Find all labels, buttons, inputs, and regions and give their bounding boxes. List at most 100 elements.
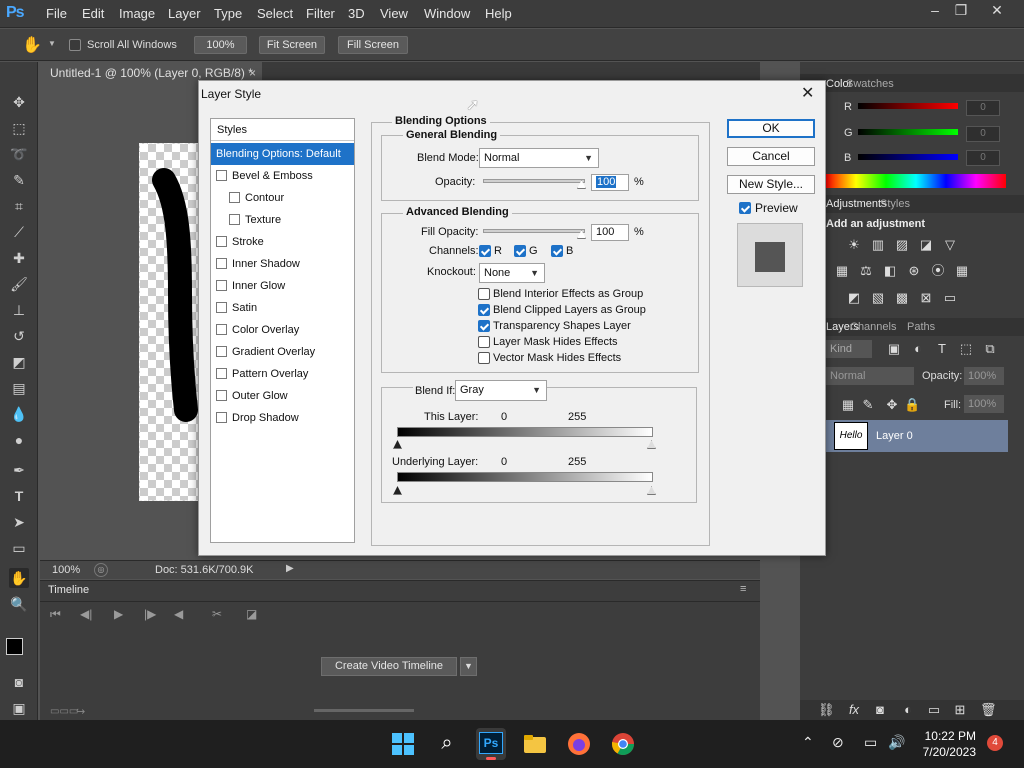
photoshop-taskbar-button[interactable]: Ps bbox=[476, 728, 506, 760]
style-item-stroke[interactable]: Stroke bbox=[211, 231, 354, 253]
zoom-tool-icon[interactable]: 🔍 bbox=[9, 594, 29, 614]
foreground-color-swatch[interactable] bbox=[6, 638, 23, 655]
dodge-tool-icon[interactable]: ● bbox=[9, 430, 29, 450]
style-checkbox[interactable] bbox=[216, 170, 227, 181]
r-slider[interactable] bbox=[858, 103, 958, 109]
style-item-color-overlay[interactable]: Color Overlay bbox=[211, 319, 354, 341]
crop-tool-icon[interactable]: ⌗ bbox=[9, 196, 29, 216]
lock-image-icon[interactable]: ✎ bbox=[860, 398, 876, 412]
style-item-contour[interactable]: Contour bbox=[211, 187, 354, 209]
layer-effects-icon[interactable]: fx bbox=[846, 703, 862, 717]
g-slider[interactable] bbox=[858, 129, 958, 135]
dialog-close-icon[interactable]: ✕ bbox=[801, 83, 814, 103]
create-video-dropdown-icon[interactable]: ▼ bbox=[460, 657, 477, 676]
style-checkbox[interactable] bbox=[216, 412, 227, 423]
menu-3d[interactable]: 3D bbox=[348, 6, 365, 21]
healing-brush-tool-icon[interactable]: ✚ bbox=[9, 248, 29, 268]
move-tool-icon[interactable]: ✥ bbox=[9, 92, 29, 112]
opacity-slider[interactable] bbox=[483, 179, 585, 183]
opacity-field[interactable]: 100 bbox=[591, 174, 629, 191]
gradient-tool-icon[interactable]: ▤ bbox=[9, 378, 29, 398]
lock-position-icon[interactable]: ✥ bbox=[884, 398, 900, 412]
style-checkbox[interactable] bbox=[216, 302, 227, 313]
audio-icon[interactable]: ◀ bbox=[174, 607, 183, 621]
zoom-100-button[interactable]: 100% bbox=[194, 36, 247, 54]
filter-type-icon[interactable]: T bbox=[934, 342, 950, 356]
b-slider[interactable] bbox=[858, 154, 958, 160]
new-group-icon[interactable]: ▭ bbox=[926, 703, 942, 717]
clone-stamp-tool-icon[interactable]: ⊥ bbox=[9, 300, 29, 320]
show-hidden-icons-icon[interactable]: ⌃ bbox=[802, 734, 814, 751]
menu-select[interactable]: Select bbox=[257, 6, 293, 21]
blend-mode-select[interactable]: Normal ▼ bbox=[479, 148, 599, 168]
quick-mask-icon[interactable]: ◙ bbox=[9, 672, 29, 692]
r-value-field[interactable]: 0 bbox=[966, 100, 1000, 116]
link-layers-icon[interactable]: ⛓ bbox=[818, 703, 835, 717]
lock-transparent-icon[interactable]: ▦ bbox=[840, 398, 856, 412]
photo-filter-icon[interactable]: ⊛ bbox=[906, 264, 922, 278]
style-checkbox[interactable] bbox=[229, 192, 240, 203]
style-item-texture[interactable]: Texture bbox=[211, 209, 354, 231]
style-checkbox[interactable] bbox=[216, 280, 227, 291]
curves-icon[interactable]: ▨ bbox=[894, 238, 910, 252]
transition-icon[interactable]: ◪ bbox=[246, 607, 257, 621]
restore-button[interactable]: ❐ bbox=[944, 0, 978, 22]
style-item-drop-shadow[interactable]: Drop Shadow bbox=[211, 407, 354, 429]
ok-button[interactable]: OK bbox=[727, 119, 815, 138]
timeline-convert-icon[interactable]: ↪ bbox=[76, 705, 85, 718]
path-selection-tool-icon[interactable]: ➤ bbox=[9, 512, 29, 532]
scroll-all-windows-checkbox[interactable] bbox=[69, 39, 81, 51]
fill-screen-button[interactable]: Fill Screen bbox=[338, 36, 408, 54]
status-menu-arrow-icon[interactable]: ▶ bbox=[286, 563, 294, 574]
zoom-reset-icon[interactable]: ◎ bbox=[94, 563, 108, 577]
style-checkbox[interactable] bbox=[216, 346, 227, 357]
selective-color-icon[interactable]: ▭ bbox=[942, 291, 958, 305]
fill-opacity-field[interactable]: 100 bbox=[591, 224, 629, 241]
brightness-icon[interactable]: ☀ bbox=[846, 238, 862, 252]
filter-adjustment-icon[interactable]: ◐ bbox=[910, 342, 926, 356]
style-checkbox[interactable] bbox=[216, 324, 227, 335]
menu-file[interactable]: File bbox=[46, 6, 67, 21]
chrome-icon[interactable] bbox=[611, 732, 635, 756]
brush-tool-icon[interactable]: 🖌 bbox=[9, 274, 29, 294]
posterize-icon[interactable]: ▧ bbox=[870, 291, 886, 305]
menu-layer[interactable]: Layer bbox=[168, 6, 201, 21]
marquee-tool-icon[interactable]: ⬚ bbox=[9, 118, 29, 138]
color-spectrum-bar[interactable] bbox=[826, 174, 1006, 188]
delete-layer-icon[interactable]: 🗑 bbox=[980, 703, 997, 717]
first-frame-icon[interactable]: ⏮ bbox=[50, 607, 61, 622]
screen-mode-icon[interactable]: ▣ bbox=[9, 698, 29, 718]
timeline-zoom-slider[interactable] bbox=[314, 709, 414, 712]
tab-styles[interactable]: Styles bbox=[880, 198, 910, 210]
knockout-select[interactable]: None ▼ bbox=[479, 263, 545, 283]
channel-g-checkbox[interactable] bbox=[514, 245, 526, 257]
menu-view[interactable]: View bbox=[380, 6, 408, 21]
display-icon[interactable]: ▭ bbox=[864, 734, 877, 751]
notification-badge[interactable]: 4 bbox=[987, 735, 1003, 751]
eraser-tool-icon[interactable]: ◩ bbox=[9, 352, 29, 372]
new-adjustment-icon[interactable]: ◐ bbox=[900, 703, 916, 717]
rectangle-tool-icon[interactable]: ▭ bbox=[9, 538, 29, 558]
style-item-gradient-overlay[interactable]: Gradient Overlay bbox=[211, 341, 354, 363]
layer-mask-hides-checkbox[interactable] bbox=[478, 336, 490, 348]
style-checkbox[interactable] bbox=[229, 214, 240, 225]
search-icon[interactable]: ⌕ bbox=[435, 732, 459, 756]
layer-filter-kind-select[interactable]: Kind bbox=[826, 340, 872, 358]
menu-image[interactable]: Image bbox=[119, 6, 155, 21]
preview-checkbox[interactable] bbox=[739, 202, 751, 214]
style-item-outer-glow[interactable]: Outer Glow bbox=[211, 385, 354, 407]
cancel-button[interactable]: Cancel bbox=[727, 147, 815, 166]
windows-start-icon[interactable] bbox=[391, 732, 415, 756]
vibrance-icon[interactable]: ▽ bbox=[942, 238, 958, 252]
firefox-icon[interactable] bbox=[567, 732, 591, 756]
styles-header[interactable]: Styles bbox=[211, 119, 354, 141]
black-white-icon[interactable]: ◧ bbox=[882, 264, 898, 278]
style-checkbox[interactable] bbox=[216, 390, 227, 401]
new-style-button[interactable]: New Style... bbox=[727, 175, 815, 194]
tab-paths[interactable]: Paths bbox=[907, 321, 935, 333]
threshold-icon[interactable]: ▩ bbox=[894, 291, 910, 305]
fit-screen-button[interactable]: Fit Screen bbox=[259, 36, 325, 54]
hue-saturation-icon[interactable]: ▦ bbox=[834, 264, 850, 278]
layer-blend-mode-select[interactable]: Normal bbox=[826, 367, 914, 385]
blur-tool-icon[interactable]: 💧 bbox=[9, 404, 29, 424]
